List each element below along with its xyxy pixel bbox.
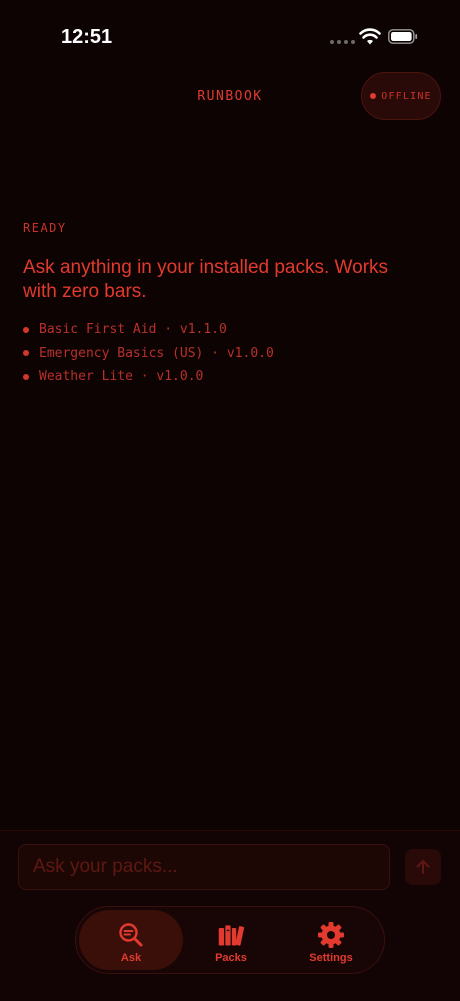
gear-icon xyxy=(318,922,344,948)
offline-badge-label: OFFLINE xyxy=(381,90,432,102)
tab-label: Settings xyxy=(309,952,353,964)
cellular-signal-icon xyxy=(330,40,355,44)
wifi-icon xyxy=(359,28,381,45)
books-icon xyxy=(218,925,245,946)
intro-text: Ask anything in your installed packs. Wo… xyxy=(23,257,389,302)
tab-label: Ask xyxy=(120,952,142,964)
tab-bar: Ask Packs Settings xyxy=(75,906,385,974)
status-label: READY xyxy=(23,221,67,235)
pack-name: Weather Lite · v1.0.0 xyxy=(39,369,204,385)
pack-name: Basic First Aid · v1.1.0 xyxy=(39,322,227,338)
tab-label: Packs xyxy=(215,952,247,964)
bullet-icon xyxy=(23,350,29,357)
bullet-icon xyxy=(23,373,29,380)
offline-status-dot-icon xyxy=(370,93,377,99)
pack-name: Emergency Basics (US) · v1.0.0 xyxy=(39,345,274,361)
send-button[interactable] xyxy=(405,849,441,885)
tab-ask[interactable]: Ask xyxy=(79,910,183,970)
list-item: Emergency Basics (US) · v1.0.0 xyxy=(23,342,274,366)
search-icon xyxy=(119,923,143,947)
status-bar: 12:51 xyxy=(0,0,460,70)
bullet-icon xyxy=(23,326,29,333)
offline-badge[interactable]: OFFLINE xyxy=(361,72,441,120)
tab-settings[interactable]: Settings xyxy=(279,910,383,970)
status-time: 12:51 xyxy=(61,26,113,48)
list-item: Weather Lite · v1.0.0 xyxy=(23,365,274,389)
list-item: Basic First Aid · v1.1.0 xyxy=(23,318,274,342)
installed-packs-list: Basic First Aid · v1.1.0 Emergency Basic… xyxy=(23,318,274,389)
arrow-up-icon xyxy=(416,860,430,874)
ask-input[interactable] xyxy=(18,844,390,890)
battery-icon xyxy=(388,29,418,44)
tab-packs[interactable]: Packs xyxy=(179,910,283,970)
